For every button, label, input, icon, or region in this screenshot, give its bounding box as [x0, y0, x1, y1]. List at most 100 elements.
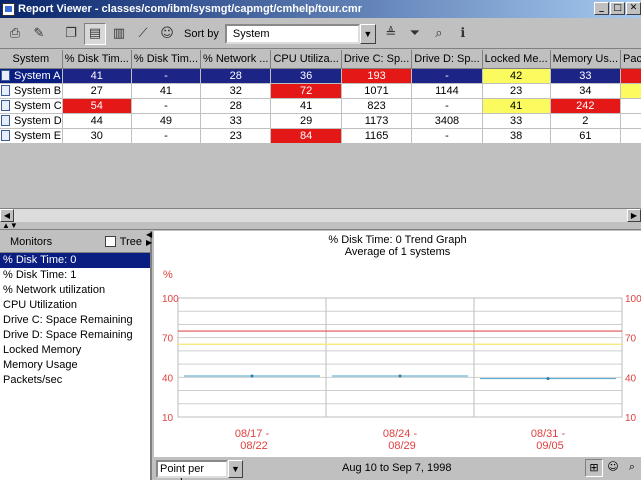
metric-cell[interactable]: 33	[482, 113, 551, 129]
sort-ascending-icon[interactable]: ≜	[380, 23, 402, 45]
sort-dropdown-arrow-icon[interactable]: ▼	[359, 23, 376, 44]
maximize-button[interactable]: □	[610, 2, 625, 15]
column-header[interactable]: % Disk Tim...	[62, 50, 132, 69]
system-name-cell[interactable]: System A	[0, 68, 63, 84]
monitor-item[interactable]: Memory Usage	[0, 358, 150, 373]
metric-cell[interactable]: -	[411, 98, 483, 114]
graph-mode-icon[interactable]: ⊞	[585, 459, 603, 477]
metric-cell[interactable]: 23	[200, 128, 272, 144]
metric-cell[interactable]: 42	[482, 68, 551, 84]
column-header[interactable]: System	[0, 50, 63, 69]
metric-cell[interactable]: 29	[270, 113, 342, 129]
metric-cell[interactable]: 36	[270, 68, 342, 84]
monitor-item[interactable]: CPU Utilization	[0, 298, 150, 313]
column-header[interactable]: Drive C: Sp...	[341, 50, 413, 69]
monitor-item[interactable]: % Network utilization	[0, 283, 150, 298]
scroll-right-icon[interactable]: ▶	[627, 209, 641, 222]
filter-icon[interactable]: ⏷	[404, 23, 426, 45]
column-header[interactable]: CPU Utiliza...	[270, 50, 342, 69]
metric-cell[interactable]: 28	[200, 68, 272, 84]
find-icon[interactable]: ⌕	[428, 23, 450, 45]
metric-cell[interactable]: 2212	[620, 68, 641, 84]
metric-cell[interactable]: 1071	[341, 83, 413, 99]
metric-cell[interactable]: 41	[270, 98, 342, 114]
metric-cell[interactable]: 1479	[620, 113, 641, 129]
metric-cell[interactable]: 32	[200, 83, 272, 99]
period-select[interactable]: Point per week	[156, 459, 228, 480]
monitor-item[interactable]: % Disk Time: 0	[0, 253, 150, 268]
metric-cell[interactable]: 33	[550, 68, 622, 84]
metric-cell[interactable]: -	[411, 68, 483, 84]
metric-cell[interactable]: 38	[482, 128, 551, 144]
metric-cell[interactable]: 2212	[620, 128, 641, 144]
details-view-icon[interactable]: ▥	[108, 23, 130, 45]
monitor-item[interactable]: % Disk Time: 1	[0, 268, 150, 283]
metric-cell[interactable]: 823	[341, 98, 413, 114]
metric-cell[interactable]: 30	[62, 128, 132, 144]
tree-checkbox[interactable]	[104, 236, 116, 247]
system-name-cell[interactable]: System B	[0, 83, 63, 99]
monitor-item[interactable]: Locked Memory	[0, 343, 150, 358]
metric-cell[interactable]: 193	[341, 68, 413, 84]
metric-cell[interactable]: 2676	[620, 83, 641, 99]
column-header[interactable]: % Network ...	[200, 50, 272, 69]
grid-horizontal-scrollbar[interactable]: ◀ ▶	[0, 208, 641, 222]
metric-cell[interactable]: -	[131, 98, 202, 114]
table-view-icon[interactable]: ▤	[84, 22, 106, 45]
metric-cell[interactable]: 41	[482, 98, 551, 114]
metric-cell[interactable]: -	[131, 128, 202, 144]
metric-cell[interactable]: 41	[131, 83, 202, 99]
metric-cell[interactable]: 61	[550, 128, 622, 144]
minimize-button[interactable]: _	[594, 2, 609, 15]
metric-cell[interactable]: 84	[270, 128, 342, 144]
column-header[interactable]: Locked Me...	[482, 50, 551, 69]
metric-cell[interactable]: 1144	[411, 83, 483, 99]
column-header[interactable]: Drive D: Sp...	[411, 50, 483, 69]
print-icon[interactable]: ⎙	[4, 23, 26, 45]
monitor-item[interactable]: Drive C: Space Remaining	[0, 313, 150, 328]
splitter-arrows-icon[interactable]: ▲▼	[2, 222, 18, 230]
monitor-item[interactable]: Drive D: Space Remaining	[0, 328, 150, 343]
collapse-right-icon[interactable]: ▶	[146, 239, 154, 247]
smiley-small-icon[interactable]: ☺	[604, 459, 622, 477]
metric-cell[interactable]: 49	[131, 113, 202, 129]
system-name-cell[interactable]: System E	[0, 128, 63, 144]
vertical-splitter[interactable]: ◀ ▶	[146, 231, 154, 261]
zoom-icon[interactable]: ⌕	[623, 459, 641, 477]
metric-cell[interactable]: 3408	[411, 113, 483, 129]
table-row[interactable]: System E30-23841165-38612212	[0, 128, 641, 144]
metric-cell[interactable]: 242	[550, 98, 622, 114]
metric-cell[interactable]: 41	[62, 68, 132, 84]
metric-cell[interactable]: 33	[200, 113, 272, 129]
metric-cell[interactable]: 2488	[620, 98, 641, 114]
metric-cell[interactable]: -	[131, 68, 202, 84]
graph-view-icon[interactable]: ⟋	[132, 23, 154, 45]
metric-cell[interactable]: 1173	[341, 113, 413, 129]
metric-cell[interactable]: 2	[550, 113, 622, 129]
column-header[interactable]: % Disk Tim...	[131, 50, 202, 69]
metric-cell[interactable]: 23	[482, 83, 551, 99]
metric-cell[interactable]: 54	[62, 98, 132, 114]
smiley-icon[interactable]: ☺	[156, 23, 178, 45]
metric-cell[interactable]: 1165	[341, 128, 413, 144]
column-header[interactable]: Memory Us...	[550, 50, 622, 69]
info-icon[interactable]: ℹ	[452, 23, 474, 45]
edit-pencil-icon[interactable]: ✎	[28, 23, 50, 45]
monitor-item[interactable]: Packets/sec	[0, 373, 150, 388]
table-row[interactable]: System D44493329117334083321479	[0, 113, 641, 129]
close-button[interactable]: ✕	[626, 2, 641, 15]
table-row[interactable]: System A41-2836193-42332212	[0, 68, 641, 84]
system-name-cell[interactable]: System C	[0, 98, 63, 114]
metric-cell[interactable]: 72	[270, 83, 342, 99]
column-header[interactable]: Packets/sec	[620, 50, 641, 69]
table-row[interactable]: System C54-2841823-412422488	[0, 98, 641, 114]
horizontal-splitter[interactable]: ▲▼	[0, 222, 641, 230]
system-name-cell[interactable]: System D	[0, 113, 63, 129]
metric-cell[interactable]: 34	[550, 83, 622, 99]
sort-by-select[interactable]: System	[224, 23, 360, 44]
table-row[interactable]: System B274132721071114423342676	[0, 83, 641, 99]
metric-cell[interactable]: 44	[62, 113, 132, 129]
metric-cell[interactable]: -	[411, 128, 483, 144]
copy-icon[interactable]: ❐	[60, 23, 82, 45]
metric-cell[interactable]: 28	[200, 98, 272, 114]
